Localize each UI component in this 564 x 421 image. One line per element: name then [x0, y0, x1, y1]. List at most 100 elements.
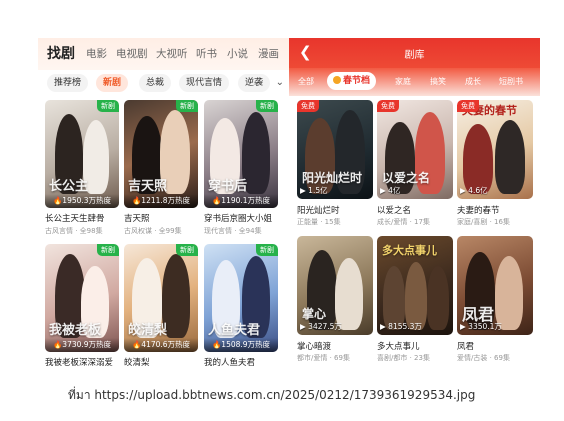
poster-title-art: 长公主 [49, 179, 89, 194]
tab-growth[interactable]: 成长 [465, 76, 481, 87]
play-count: ▶ 3427.5万 [300, 322, 342, 331]
heat-count: 🔥4170.6万热度 [124, 338, 198, 352]
flame-icon: 🔥 [131, 340, 142, 349]
poster-title-art: 以爱之名 [382, 171, 431, 185]
drama-title: 掌心暗渡 [297, 342, 332, 352]
filter-chips: 推荐榜 新剧 总裁 现代言情 逆袭 ⌄ [38, 70, 289, 96]
poster-title-art: 人鱼夫君 [208, 323, 261, 338]
genre-tabs: 全部 春节档 家庭 搞笑 成长 短剧书 [289, 68, 540, 96]
chip-ceo[interactable]: 总裁 [139, 74, 172, 92]
free-badge: 免费 [457, 100, 479, 112]
drama-meta: 爱情/古装 · 69集 [457, 354, 510, 362]
drama-poster: 凤君 ▶ 3350.1万 [457, 236, 533, 335]
free-badge: 免费 [297, 100, 319, 112]
poster-title-art: 我被老板 [49, 323, 102, 338]
drama-title: 皎清梨 [124, 358, 150, 367]
tab-movies[interactable]: 电影 [86, 46, 107, 61]
chip-modern-romance[interactable]: 现代言情 [179, 74, 230, 92]
tab-family[interactable]: 家庭 [395, 76, 411, 87]
poster-title-art: 多大点事儿 [382, 244, 437, 257]
flame-icon: 🔥 [52, 340, 63, 349]
new-badge: 新剧 [97, 100, 119, 112]
drama-poster: 阳光灿烂时 免费 ▶ 1.5亿 [297, 100, 373, 199]
tab-novels[interactable]: 小说 [227, 46, 248, 61]
drama-poster: 人鱼夫君 新剧 🔥1508.9万热度 [204, 244, 278, 352]
tab-big-audiovisual[interactable]: 大视听 [156, 46, 188, 61]
drama-meta: 喜剧/都市 · 23集 [377, 354, 430, 362]
left-app-screen: 找剧 电影 电视剧 大视听 听书 小说 漫画 推荐榜 新剧 总裁 现代言情 逆袭… [38, 38, 289, 367]
play-icon: ▶ [300, 322, 306, 331]
source-caption: ที่มา https://upload.bbtnews.com.cn/2025… [68, 388, 476, 402]
poster-title-art: 吉天照 [128, 179, 168, 194]
drama-meta: 现代言情 · 全94集 [204, 227, 262, 235]
drama-poster: 以爱之名 免费 ▶ 4亿 [377, 100, 453, 199]
play-count: ▶ 3350.1万 [460, 322, 502, 331]
tab-tv-series[interactable]: 电视剧 [116, 46, 148, 61]
drama-title: 以爱之名 [377, 206, 412, 216]
tab-short-drama[interactable]: 短剧书 [499, 76, 523, 87]
drama-title: 我被老板深深溺爱 [45, 358, 114, 367]
drama-title: 长公主天生肆骨 [45, 214, 105, 224]
play-icon: ▶ [300, 186, 306, 195]
drama-title: 穿书后京圈大小姐 [204, 214, 273, 224]
tab-all[interactable]: 全部 [298, 76, 314, 87]
flame-icon: 🔥 [52, 196, 63, 205]
chip-new-drama[interactable]: 新剧 [96, 74, 129, 92]
drama-meta: 古风权谋 · 全99集 [124, 227, 182, 235]
new-badge: 新剧 [97, 244, 119, 256]
chevron-down-icon[interactable]: ⌄ [276, 77, 284, 88]
heat-count: 🔥1508.9万热度 [204, 338, 278, 352]
drama-meta: 成长/爱情 · 17集 [377, 218, 430, 226]
play-icon: ▶ [460, 186, 466, 195]
play-icon: ▶ [380, 186, 386, 195]
drama-title: 我的人鱼夫君 [204, 358, 256, 367]
poster-title-art: 凤君 [462, 305, 495, 324]
drama-poster: 多大点事儿 ▶ 8155.3万 [377, 236, 453, 335]
page-title: 剧库 [404, 50, 425, 61]
drama-title: 阳光灿烂时 [297, 206, 340, 216]
tab-comics[interactable]: 漫画 [258, 46, 279, 61]
heat-count: 🔥3730.9万热度 [45, 338, 119, 352]
tab-find-drama[interactable]: 找剧 [47, 43, 75, 63]
top-bar: ❮ 剧库 [289, 38, 540, 68]
play-icon: ▶ [460, 322, 466, 331]
new-badge: 新剧 [256, 244, 278, 256]
right-app-screen: ❮ 剧库 全部 春节档 家庭 搞笑 成长 短剧书 阳光灿烂时 免费 ▶ 1.5亿… [289, 38, 540, 367]
heat-count: 🔥1950.3万热度 [45, 194, 119, 208]
poster-title-art: 皎清梨 [128, 323, 168, 338]
category-nav: 找剧 电影 电视剧 大视听 听书 小说 漫画 [38, 38, 289, 70]
new-badge: 新剧 [176, 100, 198, 112]
heat-count: 🔥1211.8万热度 [124, 194, 198, 208]
drama-poster: 皎清梨 新剧 🔥4170.6万热度 [124, 244, 198, 352]
drama-poster: 夫妻的春节 免费 ▶ 4.6亿 [457, 100, 533, 199]
festival-icon [333, 76, 341, 84]
new-badge: 新剧 [176, 244, 198, 256]
drama-poster: 掌心 ▶ 3427.5万 [297, 236, 373, 335]
drama-title: 吉天照 [124, 214, 150, 224]
new-badge: 新剧 [256, 100, 278, 112]
poster-title-art: 穿书后 [208, 179, 248, 194]
tab-comedy[interactable]: 搞笑 [430, 76, 446, 87]
play-count: ▶ 4亿 [380, 186, 401, 195]
drama-title: 凤君 [457, 342, 475, 352]
drama-poster: 长公主 新剧 🔥1950.3万热度 [45, 100, 119, 208]
flame-icon: 🔥 [211, 340, 222, 349]
tab-audiobooks[interactable]: 听书 [196, 46, 217, 61]
heat-count: 🔥1190.1万热度 [204, 194, 278, 208]
play-icon: ▶ [380, 322, 386, 331]
poster-title-art: 掌心 [302, 307, 327, 321]
drama-poster: 穿书后 新剧 🔥1190.1万热度 [204, 100, 278, 208]
drama-meta: 正能量 · 15集 [297, 218, 341, 226]
chip-comeback[interactable]: 逆袭 [238, 74, 271, 92]
drama-meta: 都市/爱情 · 69集 [297, 354, 350, 362]
poster-title-art: 阳光灿烂时 [302, 171, 363, 185]
flame-icon: 🔥 [211, 196, 222, 205]
play-count: ▶ 8155.3万 [380, 322, 422, 331]
chip-recommended[interactable]: 推荐榜 [47, 74, 89, 92]
tab-spring-festival[interactable]: 春节档 [327, 72, 377, 90]
drama-meta: 古风言情 · 全98集 [45, 227, 103, 235]
play-count: ▶ 1.5亿 [300, 186, 328, 195]
drama-title: 多大点事儿 [377, 342, 420, 352]
drama-title: 夫妻的春节 [457, 206, 500, 216]
drama-poster: 吉天照 新剧 🔥1211.8万热度 [124, 100, 198, 208]
